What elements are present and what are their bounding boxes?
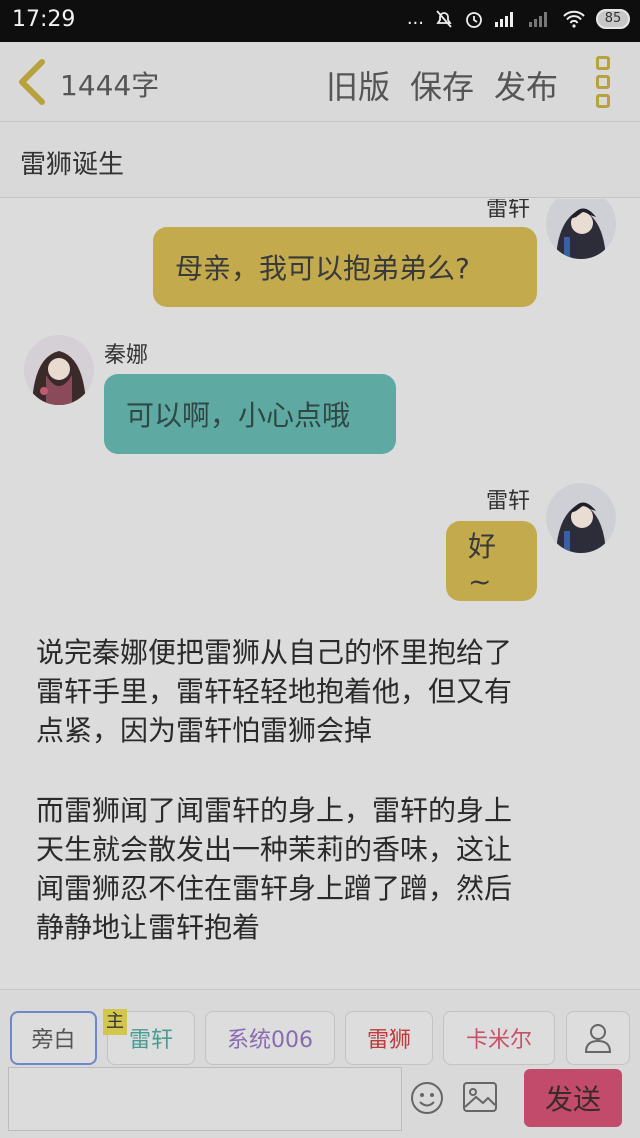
battery-icon: 85 (596, 8, 630, 29)
alarm-icon (466, 11, 482, 28)
role-label: 卡米尔 (465, 1028, 532, 1053)
role-selector: 旁白 雷轩 主 系统006 雷狮 卡米尔 (0, 989, 640, 1065)
chapter-title: 雷狮诞生 (20, 150, 125, 180)
narration-line: 说完秦娜便把雷狮从自己的怀里抱给了 (36, 636, 513, 669)
narration-line: 点紧，因为雷轩怕雷狮会掉 (36, 714, 373, 747)
role-label: 旁白 (31, 1028, 76, 1053)
signal-weak-icon (529, 11, 547, 27)
avatar-leixuan[interactable] (546, 483, 616, 553)
role-label: 雷狮 (366, 1028, 411, 1053)
back-chevron-icon[interactable] (14, 58, 50, 106)
message-sender: 雷轩 (486, 489, 531, 514)
mute-bell-icon (436, 9, 452, 28)
message-input[interactable] (8, 1067, 402, 1131)
narration-line: 雷轩手里，雷轩轻轻地抱着他，但又有 (36, 675, 513, 708)
chapter-title-bar[interactable]: 雷狮诞生 (0, 122, 640, 198)
person-icon (584, 1024, 612, 1053)
narration-line: 而雷狮闻了闻雷轩的身上，雷轩的身上 (36, 794, 513, 827)
role-chip-kamier[interactable]: 卡米尔 (443, 1011, 555, 1065)
role-label: 系统006 (227, 1028, 313, 1053)
publish-button[interactable]: 发布 (494, 62, 558, 108)
role-label: 雷轩 (128, 1028, 173, 1053)
role-chip-leishi[interactable]: 雷狮 (345, 1011, 433, 1065)
narration-line: 闻雷狮忍不住在雷轩身上蹭了蹭，然后 (36, 872, 513, 905)
status-icons: ... 85 (407, 8, 630, 29)
avatar-qinna[interactable] (24, 335, 94, 405)
status-dots: ... (406, 8, 424, 29)
save-button[interactable]: 保存 (410, 62, 474, 108)
message-text: 可以啊，小心点哦 (126, 399, 351, 432)
message-bubble[interactable]: 好~ (446, 521, 537, 601)
message-bubble[interactable]: 可以啊，小心点哦 (104, 374, 396, 454)
message-sender: 雷轩 (486, 199, 531, 222)
narration-line: 静静地让雷轩抱着 (36, 911, 261, 944)
story-content[interactable]: 雷轩 母亲，我可以抱弟弟么? 秦娜 可以啊，小心点哦 雷轩 好~ 说完秦娜便把雷… (0, 199, 640, 989)
emoji-icon[interactable] (410, 1081, 444, 1115)
narration-line: 天生就会散发出一种茉莉的香味，这让 (36, 833, 513, 866)
role-chip-system006[interactable]: 系统006 (205, 1011, 335, 1065)
message-bubble[interactable]: 母亲，我可以抱弟弟么? (153, 227, 537, 307)
signal-icon (495, 11, 513, 27)
image-icon[interactable] (462, 1081, 498, 1113)
wifi-icon (563, 10, 585, 28)
avatar-leixuan[interactable] (546, 199, 616, 259)
old-version-button[interactable]: 旧版 (326, 62, 390, 108)
main-role-badge: 主 (103, 1009, 127, 1035)
status-bar: 17:29 ... 85 (0, 0, 640, 42)
message-text: 母亲，我可以抱弟弟么? (175, 252, 470, 285)
input-bar: 发送 (0, 1065, 640, 1138)
word-count: 1444字 (60, 69, 160, 102)
status-time: 17:29 (12, 7, 76, 32)
message-text: 好~ (468, 529, 497, 598)
message-sender: 秦娜 (104, 343, 149, 368)
editor-toolbar: 1444字 旧版 保存 发布 (0, 42, 640, 122)
more-icon[interactable] (596, 56, 612, 108)
narration-paragraph[interactable]: 而雷狮闻了闻雷轩的身上，雷轩的身上 天生就会散发出一种茉莉的香味，这让 闻雷狮忍… (36, 791, 611, 947)
role-chip-narrator[interactable]: 旁白 (10, 1011, 97, 1065)
add-role-button[interactable] (566, 1011, 630, 1065)
narration-paragraph[interactable]: 说完秦娜便把雷狮从自己的怀里抱给了 雷轩手里，雷轩轻轻地抱着他，但又有 点紧，因… (36, 633, 611, 750)
send-button[interactable]: 发送 (524, 1069, 622, 1127)
